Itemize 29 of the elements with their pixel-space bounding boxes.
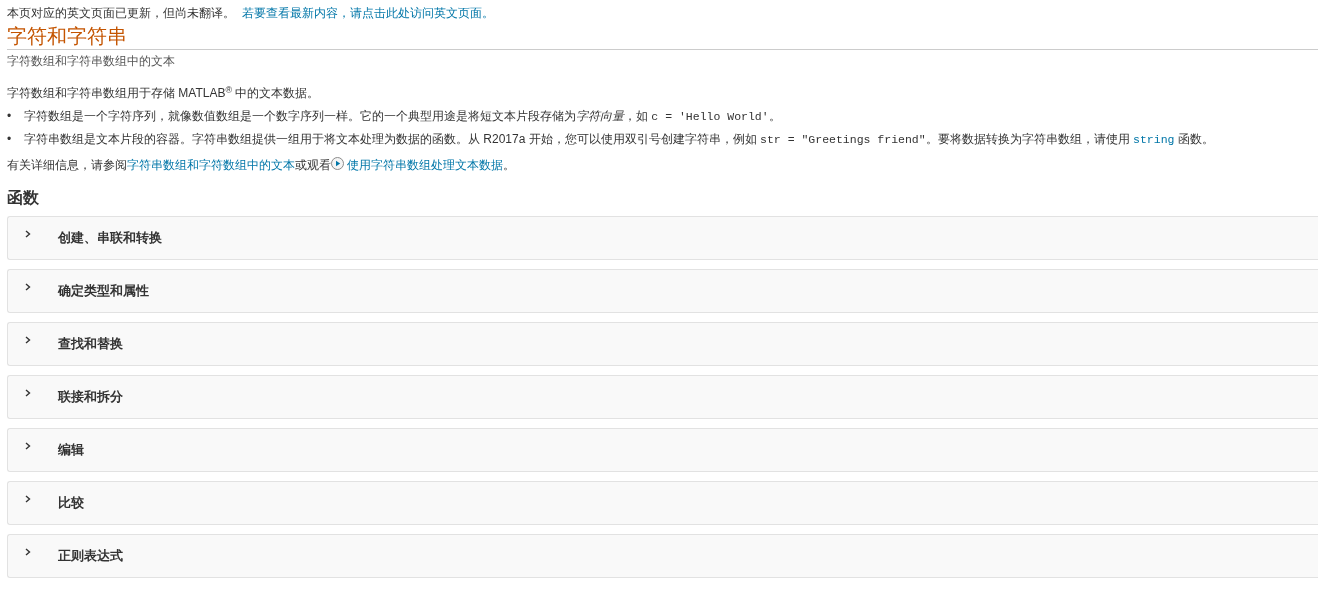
- accordion-header[interactable]: 联接和拆分: [7, 375, 1318, 420]
- chevron-right-icon: [24, 283, 31, 292]
- section-heading: 函数: [7, 188, 40, 209]
- page-subtitle: 字符数组和字符串数组中的文本: [7, 53, 176, 70]
- more-info-text: 有关详细信息，请参阅字符串数组和字符数组中的文本或观看 使用字符串数组处理文本数据。: [7, 156, 517, 175]
- chevron-right-icon: [24, 548, 31, 557]
- chevron-right-icon: [24, 389, 31, 398]
- english-page-link[interactable]: 若要查看最新内容，请点击此处访问英文页面。: [242, 6, 495, 20]
- chevron-right-icon: [24, 495, 31, 504]
- function-link[interactable]: string: [1133, 133, 1175, 147]
- chevron-right-icon: [24, 442, 31, 451]
- accordion-header[interactable]: 编辑: [7, 428, 1318, 473]
- accordion-header[interactable]: 确定类型和属性: [7, 269, 1318, 314]
- chevron-right-icon: [24, 230, 31, 239]
- accordion-header[interactable]: 比较: [7, 481, 1318, 526]
- doc-link[interactable]: 字符串数组和字符数组中的文本: [127, 158, 295, 173]
- page-title: 字符和字符串: [7, 24, 1318, 50]
- notice-text: 本页对应的英文页面已更新，但尚未翻译。: [7, 6, 235, 20]
- bullet-marker: •: [7, 108, 13, 125]
- video-link[interactable]: 使用字符串数组处理文本数据: [344, 158, 504, 173]
- bullet-text: 字符数组是一个字符序列，就像数值数组是一个数字序列一样。它的一个典型用途是将短文本片段存储为字符向量，如 c = 'Hello World'。: [24, 108, 781, 125]
- accordion-header[interactable]: 查找和替换: [7, 322, 1318, 367]
- chevron-right-icon: [24, 336, 31, 345]
- bullet-text: 字符串数组是文本片段的容器。字符串数组提供一组用于将文本处理为数据的函数。从 R2017a 开始，您可以使用双引号创建字符串，例如 str = "Greetings friend"。要将数据转换为字符串数组，请使用 string 函数。: [24, 131, 1214, 149]
- play-icon: [331, 157, 344, 171]
- accordion-header[interactable]: 创建、串联和转换: [7, 216, 1318, 261]
- accordion-header[interactable]: 正则表达式: [7, 534, 1318, 579]
- intro-text: 字符数组和字符串数组用于存储 MATLAB$^{®}$ 中的文本数据。: [7, 84, 321, 102]
- bullet-marker: •: [7, 131, 13, 149]
